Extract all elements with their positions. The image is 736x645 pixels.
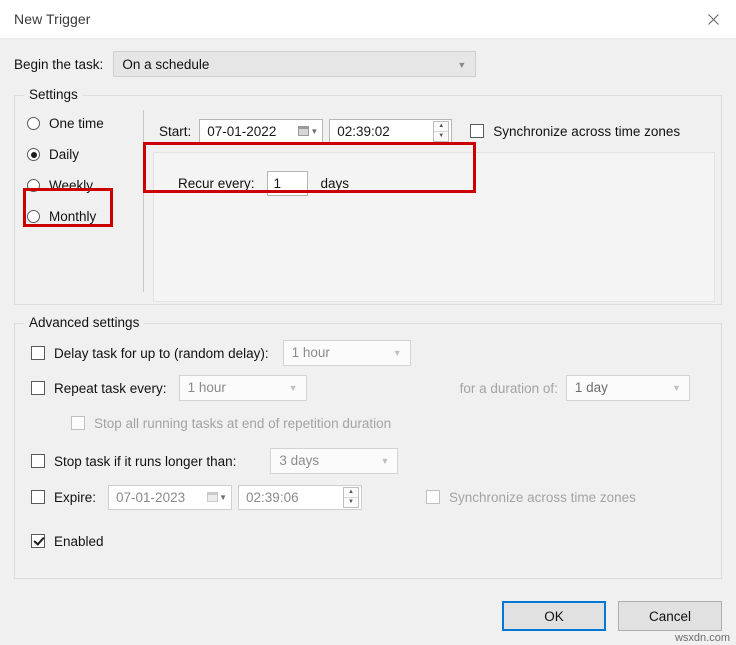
- start-date-input[interactable]: 07-01-2022 ▼: [199, 119, 323, 144]
- expire-label: Expire:: [54, 490, 96, 505]
- radio-monthly-indicator: [27, 210, 40, 223]
- title-bar: New Trigger: [0, 0, 736, 39]
- ok-button[interactable]: OK: [502, 601, 606, 631]
- dialog-body: Begin the task: On a schedule ▼ Settings…: [0, 39, 736, 579]
- start-time-stepper[interactable]: ▲ ▼: [433, 121, 449, 142]
- expire-date-value: 07-01-2023: [116, 490, 185, 505]
- repeat-duration-value: 1 day: [575, 380, 608, 395]
- radio-weekly-label: Weekly: [49, 178, 93, 193]
- expire-sync-time-zones-label: Synchronize across time zones: [449, 490, 636, 505]
- stop-task-longer-value: 3 days: [279, 453, 319, 468]
- recurrence-panel: Recur every: 1 days: [153, 152, 715, 302]
- begin-task-value: On a schedule: [122, 57, 209, 72]
- start-time-value: 02:39:02: [337, 124, 390, 139]
- chevron-down-icon: ▼: [380, 449, 389, 473]
- stop-all-running-row: Stop all running tasks at end of repetit…: [71, 410, 721, 436]
- begin-task-label: Begin the task:: [14, 57, 103, 72]
- enabled-checkbox[interactable]: [31, 534, 45, 548]
- expire-row: Expire: 07-01-2023 ▼ 02:39:06 ▲ ▼: [31, 484, 721, 510]
- expire-time-input[interactable]: 02:39:06 ▲ ▼: [238, 485, 362, 510]
- window-title: New Trigger: [0, 11, 91, 27]
- expire-sync-time-zones-row: Synchronize across time zones: [426, 490, 636, 505]
- schedule-detail-pane: Start: 07-01-2022 ▼ 02:39:02 ▲ ▼: [144, 108, 721, 304]
- expire-date-input[interactable]: 07-01-2023 ▼: [108, 485, 232, 510]
- repeat-task-label: Repeat task every:: [54, 381, 167, 396]
- stop-task-longer-select[interactable]: 3 days ▼: [270, 448, 398, 474]
- schedule-type-radio-group: One time Daily Weekly Monthly: [15, 108, 143, 304]
- chevron-down-icon: ▼: [672, 376, 681, 400]
- delay-task-row: Delay task for up to (random delay): 1 h…: [31, 340, 721, 366]
- repeat-duration-label: for a duration of:: [460, 381, 558, 396]
- sync-time-zones-row[interactable]: Synchronize across time zones: [470, 124, 680, 139]
- recur-every-unit: days: [321, 176, 350, 191]
- radio-one-time-indicator: [27, 117, 40, 130]
- stepper-up-icon[interactable]: ▲: [434, 122, 448, 132]
- settings-group: Settings One time Daily Weekly M: [14, 95, 722, 305]
- settings-legend: Settings: [24, 87, 83, 102]
- radio-one-time-label: One time: [49, 116, 104, 131]
- radio-daily-indicator: [27, 148, 40, 161]
- radio-weekly-indicator: [27, 179, 40, 192]
- calendar-icon: [207, 492, 218, 502]
- begin-task-select[interactable]: On a schedule ▼: [113, 51, 476, 77]
- repeat-duration-select[interactable]: 1 day ▼: [566, 375, 690, 401]
- start-date-value: 07-01-2022: [207, 124, 276, 139]
- stop-task-longer-checkbox[interactable]: [31, 454, 45, 468]
- radio-monthly-label: Monthly: [49, 209, 96, 224]
- repeat-task-row: Repeat task every: 1 hour ▼ for a durati…: [31, 375, 721, 401]
- radio-daily-label: Daily: [49, 147, 79, 162]
- stop-all-running-label: Stop all running tasks at end of repetit…: [94, 416, 391, 431]
- stop-task-longer-row: Stop task if it runs longer than: 3 days…: [31, 448, 721, 474]
- start-time-input[interactable]: 02:39:02 ▲ ▼: [329, 119, 452, 144]
- repeat-task-checkbox[interactable]: [31, 381, 45, 395]
- stop-task-longer-label: Stop task if it runs longer than:: [54, 454, 236, 469]
- enabled-row[interactable]: Enabled: [31, 528, 721, 554]
- repeat-task-select[interactable]: 1 hour ▼: [179, 375, 307, 401]
- recur-every-row: Recur every: 1 days: [154, 153, 714, 196]
- radio-monthly[interactable]: Monthly: [27, 201, 143, 232]
- dialog-footer: OK Cancel: [502, 601, 722, 631]
- chevron-down-icon: ▼: [310, 127, 318, 136]
- advanced-settings-content: Delay task for up to (random delay): 1 h…: [15, 324, 721, 554]
- chevron-down-icon: ▼: [457, 52, 466, 78]
- start-label: Start:: [153, 124, 191, 139]
- expire-time-stepper[interactable]: ▲ ▼: [343, 487, 359, 508]
- recur-every-label: Recur every:: [178, 176, 255, 191]
- radio-weekly[interactable]: Weekly: [27, 170, 143, 201]
- advanced-settings-legend: Advanced settings: [24, 315, 144, 330]
- delay-task-checkbox[interactable]: [31, 346, 45, 360]
- radio-one-time[interactable]: One time: [27, 108, 143, 139]
- radio-daily[interactable]: Daily: [27, 139, 143, 170]
- watermark: wsxdn.com: [675, 632, 730, 644]
- enabled-label: Enabled: [54, 534, 104, 549]
- calendar-dropdown-icon[interactable]: ▼: [207, 492, 227, 502]
- cancel-button[interactable]: Cancel: [618, 601, 722, 631]
- chevron-down-icon: ▼: [289, 376, 298, 400]
- stepper-down-icon[interactable]: ▼: [344, 498, 358, 507]
- stepper-up-icon[interactable]: ▲: [344, 488, 358, 498]
- chevron-down-icon: ▼: [219, 493, 227, 502]
- stepper-down-icon[interactable]: ▼: [434, 132, 448, 141]
- settings-content: One time Daily Weekly Monthly: [15, 96, 721, 304]
- sync-time-zones-checkbox[interactable]: [470, 124, 484, 138]
- expire-time-value: 02:39:06: [246, 490, 299, 505]
- calendar-icon: [298, 126, 309, 136]
- sync-time-zones-label: Synchronize across time zones: [493, 124, 680, 139]
- close-icon[interactable]: [690, 0, 736, 38]
- stop-all-running-checkbox: [71, 416, 85, 430]
- expire-checkbox[interactable]: [31, 490, 45, 504]
- delay-task-select[interactable]: 1 hour ▼: [283, 340, 411, 366]
- delay-task-value: 1 hour: [292, 345, 330, 360]
- repeat-task-value: 1 hour: [188, 380, 226, 395]
- expire-sync-time-zones-checkbox: [426, 490, 440, 504]
- start-row: Start: 07-01-2022 ▼ 02:39:02 ▲ ▼: [153, 116, 721, 146]
- recur-every-input[interactable]: 1: [267, 171, 308, 196]
- delay-task-label: Delay task for up to (random delay):: [54, 346, 269, 361]
- advanced-settings-group: Advanced settings Delay task for up to (…: [14, 323, 722, 579]
- calendar-dropdown-icon[interactable]: ▼: [298, 126, 318, 136]
- begin-task-row: Begin the task: On a schedule ▼: [14, 39, 722, 85]
- chevron-down-icon: ▼: [393, 341, 402, 365]
